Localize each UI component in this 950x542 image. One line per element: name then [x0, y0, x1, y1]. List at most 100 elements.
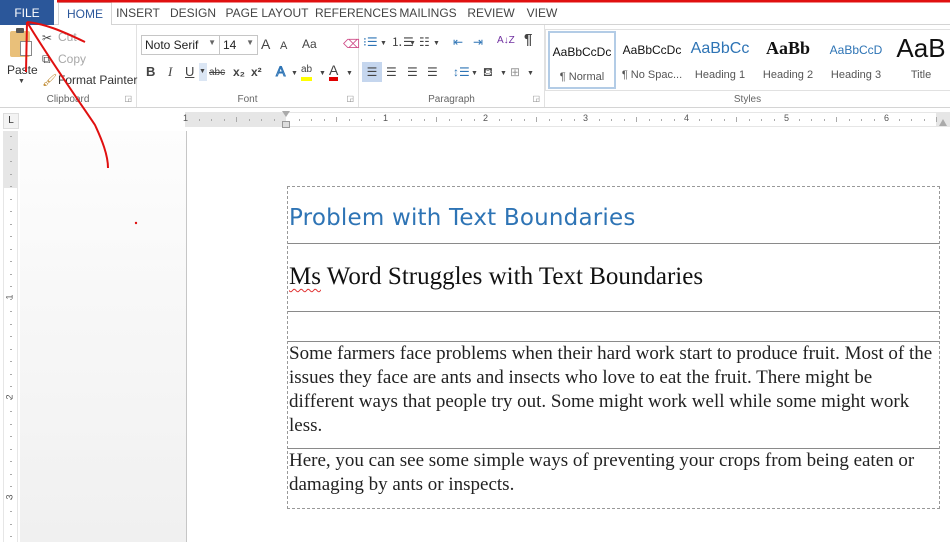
- hanging-indent-marker[interactable]: [282, 121, 290, 128]
- style-title[interactable]: AaB Title: [890, 31, 950, 89]
- align-center-button[interactable]: ☰: [386, 65, 397, 79]
- style-normal[interactable]: AaBbCcDc ¶ Normal: [548, 31, 616, 89]
- paste-button[interactable]: Paste ▼: [4, 27, 38, 85]
- style-heading-1[interactable]: AaBbCc Heading 1: [686, 31, 754, 89]
- style-heading-3[interactable]: AaBbCcD Heading 3: [822, 31, 890, 89]
- dialog-launcher-icon[interactable]: ◲: [532, 94, 540, 103]
- misspelled-word[interactable]: Ms: [289, 263, 321, 290]
- ruler-tick: [511, 119, 512, 121]
- style-name: ¶ No Spac...: [621, 69, 683, 81]
- grow-font-button[interactable]: A: [261, 37, 270, 51]
- tab-mailings[interactable]: MAILINGS: [397, 2, 459, 25]
- paragraph-group-label: Paragraph: [428, 94, 475, 105]
- ruler-tick: [748, 119, 750, 121]
- bullets-button[interactable]: ⁝☰: [363, 35, 378, 49]
- superscript-button[interactable]: x²: [251, 65, 262, 79]
- ruler-tick: [10, 511, 12, 512]
- clipboard-group: Paste ▼ ✂ Cut ⧉ Copy 🖌 Format Painter Cl…: [0, 25, 137, 107]
- font-group-label: Font: [237, 94, 258, 105]
- align-right-button[interactable]: ☰: [407, 65, 418, 79]
- change-case-button[interactable]: Aa: [302, 37, 317, 51]
- tab-view[interactable]: VIEW: [522, 2, 562, 25]
- align-left-button[interactable]: ☰: [362, 62, 382, 82]
- chevron-down-icon: ▼: [527, 70, 534, 77]
- dialog-launcher-icon[interactable]: ◲: [124, 94, 132, 103]
- ruler-tick: [10, 173, 12, 175]
- ruler-tick: [536, 117, 537, 122]
- paragraph-1: Some farmers face problems when their ha…: [289, 343, 933, 436]
- tab-page-layout[interactable]: PAGE LAYOUT: [225, 2, 309, 25]
- empty-cell[interactable]: [288, 312, 939, 342]
- heading-cell[interactable]: Problem with Text Boundaries: [288, 187, 939, 244]
- tab-insert[interactable]: INSERT: [114, 2, 162, 25]
- show-marks-button[interactable]: ¶: [524, 32, 532, 47]
- cut-button[interactable]: Cut: [58, 30, 77, 44]
- decrease-indent-button[interactable]: ⇤: [453, 35, 463, 49]
- paragraph-cell[interactable]: Here, you can see some simple ways of pr…: [288, 449, 939, 508]
- shading-button[interactable]: ⛾: [483, 65, 493, 79]
- style-heading-2[interactable]: AaBb Heading 2: [754, 31, 822, 89]
- ruler-tick: [611, 119, 612, 121]
- tab-file[interactable]: FILE: [0, 0, 54, 25]
- horizontal-ruler[interactable]: 1 1 2 3 4 5 6: [183, 111, 950, 128]
- tab-design[interactable]: DESIGN: [168, 2, 218, 25]
- sort-button[interactable]: A↓Z: [497, 34, 515, 48]
- font-color-button[interactable]: A: [329, 63, 339, 81]
- chevron-down-icon: ▼: [319, 70, 326, 77]
- format-painter-button[interactable]: Format Painter: [58, 73, 137, 87]
- italic-button[interactable]: I: [168, 65, 172, 79]
- tab-home[interactable]: HOME: [58, 2, 112, 26]
- underline-button[interactable]: U: [185, 65, 194, 79]
- shrink-font-button[interactable]: A: [280, 39, 287, 53]
- strikethrough-button[interactable]: abc: [209, 66, 225, 80]
- ruler-tick: [761, 119, 762, 121]
- ruler-tick: [736, 117, 737, 122]
- ruler-tick: [10, 448, 12, 450]
- top-margin-area: [4, 131, 17, 188]
- tab-references[interactable]: REFERENCES: [315, 2, 397, 25]
- ruler-tick: [10, 273, 12, 275]
- chevron-down-icon: ▼: [380, 40, 387, 47]
- copy-button[interactable]: Copy: [58, 52, 86, 66]
- first-line-indent-marker[interactable]: [282, 111, 290, 117]
- ruler-tick: [10, 236, 12, 237]
- subtitle-cell[interactable]: Ms Word Struggles with Text Boundaries: [288, 244, 939, 312]
- line-spacing-button[interactable]: ↕☰: [453, 65, 470, 79]
- font-family-select[interactable]: Noto Serif ▼: [141, 35, 220, 55]
- ruler-tick: [811, 119, 812, 121]
- borders-button[interactable]: ⊞: [510, 65, 520, 79]
- ruler-tick: [411, 119, 412, 121]
- style-preview: AaB: [896, 33, 946, 63]
- subscript-button[interactable]: x₂: [233, 65, 245, 79]
- ruler-tick: [573, 119, 575, 121]
- justify-button[interactable]: ☰: [427, 65, 438, 79]
- highlight-button[interactable]: ab: [301, 63, 313, 81]
- increase-indent-button[interactable]: ⇥: [473, 35, 483, 49]
- chevron-down-icon: ▼: [18, 78, 25, 85]
- ruler-tick: [10, 423, 12, 425]
- text-effects-button[interactable]: A: [275, 64, 285, 79]
- ruler-tick: [373, 119, 375, 121]
- ruler-tick: [211, 119, 212, 121]
- ruler-tick: [498, 119, 500, 121]
- ruler-tick: [673, 119, 675, 121]
- clear-formatting-icon[interactable]: ⌫: [343, 37, 360, 51]
- paragraph-cell[interactable]: Some farmers face problems when their ha…: [288, 342, 939, 449]
- document-page[interactable]: Problem with Text Boundaries Ms Word Str…: [186, 131, 950, 542]
- ruler-label: 4: [684, 113, 690, 123]
- right-indent-marker[interactable]: [939, 119, 947, 126]
- bold-button[interactable]: B: [146, 65, 155, 79]
- multilevel-list-button[interactable]: ☷: [419, 35, 430, 49]
- underline-dropdown[interactable]: ▼: [199, 63, 207, 81]
- style-no-spacing[interactable]: AaBbCcDc ¶ No Spac...: [618, 31, 686, 89]
- font-size-select[interactable]: 14 ▼: [219, 35, 258, 55]
- ruler-tick: [10, 498, 12, 500]
- ruler-tick: [911, 119, 912, 121]
- style-preview: AaBbCc: [690, 40, 750, 57]
- dialog-launcher-icon[interactable]: ◲: [346, 94, 354, 103]
- font-family-value: Noto Serif: [145, 38, 199, 52]
- tab-selector-button[interactable]: L: [3, 113, 19, 129]
- vertical-ruler[interactable]: 1 2 3: [3, 131, 18, 542]
- ruler-tick: [10, 148, 12, 150]
- tab-review[interactable]: REVIEW: [466, 2, 516, 25]
